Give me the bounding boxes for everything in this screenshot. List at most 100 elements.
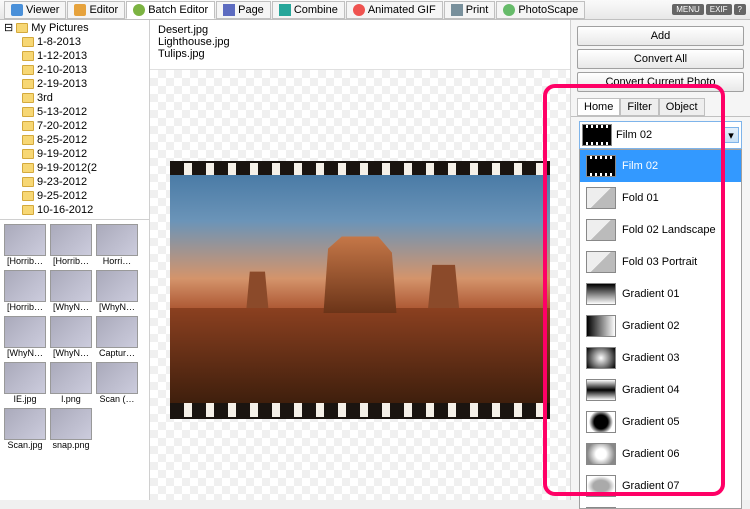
frame-option[interactable]: Gradient 08 xyxy=(580,502,741,509)
thumbnail[interactable]: Horri… xyxy=(96,224,138,266)
convert-all-button[interactable]: Convert All xyxy=(577,49,744,69)
folder-item[interactable]: 1-12-2013 xyxy=(0,49,149,63)
folder-item[interactable]: 5-13-2012 xyxy=(0,105,149,119)
file-item[interactable]: Tulips.jpg xyxy=(158,48,562,60)
thumb-label: [WhyN… xyxy=(50,348,92,358)
folder-item[interactable]: 8-25-2012 xyxy=(0,133,149,147)
convert-current-button[interactable]: Convert Current Photo xyxy=(577,72,744,92)
tab-object[interactable]: Object xyxy=(659,98,705,116)
tab-page[interactable]: Page xyxy=(216,1,271,19)
thumbnail[interactable]: [Horrib… xyxy=(4,224,46,266)
folder-item[interactable]: 10-16-2012 xyxy=(0,203,149,217)
thumbnail[interactable]: Scan.jpg xyxy=(4,408,46,450)
thumb-image xyxy=(4,316,46,348)
add-button[interactable]: Add xyxy=(577,26,744,46)
folder-label: 2-10-2013 xyxy=(37,64,87,76)
file-list[interactable]: Desert.jpgLighthouse.jpgTulips.jpg xyxy=(150,20,570,70)
tab-icon xyxy=(133,4,145,16)
folder-item[interactable]: 9-25-2012 xyxy=(0,189,149,203)
badge-menu[interactable]: MENU xyxy=(672,4,704,15)
folder-icon xyxy=(22,93,34,103)
tab-label: Viewer xyxy=(26,4,59,16)
folder-item[interactable]: 2-10-2013 xyxy=(0,63,149,77)
tab-filter[interactable]: Filter xyxy=(620,98,658,116)
dropdown-selected[interactable]: Film 02 ▾ xyxy=(579,121,742,149)
folder-label: 7-20-2012 xyxy=(37,120,87,132)
tab-animated-gif[interactable]: Animated GIF xyxy=(346,1,443,19)
folder-item[interactable]: 3rd xyxy=(0,91,149,105)
minus-icon[interactable]: ⊟ xyxy=(4,21,13,34)
folder-item[interactable]: 1-8-2013 xyxy=(0,35,149,49)
frame-option[interactable]: Gradient 04 xyxy=(580,374,741,406)
center-panel: Desert.jpgLighthouse.jpgTulips.jpg xyxy=(150,20,570,500)
dropdown-list[interactable]: Film 02Fold 01Fold 02 LandscapeFold 03 P… xyxy=(579,149,742,509)
thumbnail-grid[interactable]: [Horrib…[Horrib…Horri…[Horrib…[WhyN…[Why… xyxy=(0,220,149,500)
thumb-image xyxy=(50,362,92,394)
thumbnail[interactable]: Captur… xyxy=(96,316,138,358)
thumbnail[interactable]: Scan (… xyxy=(96,362,138,404)
frame-option[interactable]: Film 02 xyxy=(580,150,741,182)
frame-option[interactable]: Gradient 01 xyxy=(580,278,741,310)
frame-option[interactable]: Gradient 07 xyxy=(580,470,741,502)
swatch-icon xyxy=(586,283,616,305)
tab-print[interactable]: Print xyxy=(444,1,496,19)
tab-label: Page xyxy=(238,4,264,16)
frame-option[interactable]: Gradient 02 xyxy=(580,310,741,342)
folder-icon xyxy=(22,163,34,173)
thumbnail[interactable]: [Horrib… xyxy=(4,270,46,312)
thumbnail[interactable]: [WhyN… xyxy=(50,270,92,312)
tab-batch-editor[interactable]: Batch Editor xyxy=(126,1,215,19)
frame-option[interactable]: Fold 02 Landscape xyxy=(580,214,741,246)
thumb-image xyxy=(50,408,92,440)
folder-item[interactable]: 2-19-2013 xyxy=(0,77,149,91)
thumbnail[interactable]: IE.jpg xyxy=(4,362,46,404)
badge-exif[interactable]: EXIF xyxy=(706,4,732,15)
option-label: Gradient 02 xyxy=(622,320,679,332)
tab-combine[interactable]: Combine xyxy=(272,1,345,19)
swatch-icon xyxy=(586,187,616,209)
folder-item[interactable]: 7-20-2012 xyxy=(0,119,149,133)
folder-item[interactable]: 9-19-2012 xyxy=(0,147,149,161)
thumb-label: [Horrib… xyxy=(4,256,46,266)
folder-tree[interactable]: ⊟ My Pictures 1-8-20131-12-20132-10-2013… xyxy=(0,20,149,220)
tab-editor[interactable]: Editor xyxy=(67,1,125,19)
thumbnail[interactable]: [WhyN… xyxy=(4,316,46,358)
frame-option[interactable]: Gradient 03 xyxy=(580,342,741,374)
tab-icon xyxy=(503,4,515,16)
chevron-down-icon[interactable]: ▾ xyxy=(723,127,739,143)
tab-label: Combine xyxy=(294,4,338,16)
frame-option[interactable]: Gradient 05 xyxy=(580,406,741,438)
swatch-icon xyxy=(582,124,612,146)
thumb-image xyxy=(4,408,46,440)
frame-option[interactable]: Fold 03 Portrait xyxy=(580,246,741,278)
tab-label: Animated GIF xyxy=(368,4,436,16)
tab-photoscape[interactable]: PhotoScape xyxy=(496,1,585,19)
toolbar-badges: MENU EXIF ? xyxy=(672,4,746,15)
thumbnail[interactable]: l.png xyxy=(50,362,92,404)
thumbnail[interactable]: [WhyN… xyxy=(96,270,138,312)
badge-help[interactable]: ? xyxy=(734,4,746,15)
main-toolbar: Viewer EditorBatch Editor Page Combine Anima… xyxy=(0,0,750,20)
thumb-label: Horri… xyxy=(96,256,138,266)
file-item[interactable]: Lighthouse.jpg xyxy=(158,36,562,48)
swatch-icon xyxy=(586,443,616,465)
folder-icon xyxy=(22,191,34,201)
thumb-label: Captur… xyxy=(96,348,138,358)
frame-option[interactable]: Fold 01 xyxy=(580,182,741,214)
folder-item[interactable]: 9-23-2012 xyxy=(0,175,149,189)
thumbnail[interactable]: snap.png xyxy=(50,408,92,450)
frame-option[interactable]: Gradient 06 xyxy=(580,438,741,470)
tree-root[interactable]: ⊟ My Pictures xyxy=(0,20,149,35)
folder-icon xyxy=(22,65,34,75)
thumbnail[interactable]: [Horrib… xyxy=(50,224,92,266)
folder-icon xyxy=(16,23,28,33)
thumb-image xyxy=(50,316,92,348)
swatch-icon xyxy=(586,219,616,241)
frame-dropdown[interactable]: Film 02 ▾ Film 02Fold 01Fold 02 Landscap… xyxy=(579,121,742,509)
film-sprockets-bottom xyxy=(170,403,550,417)
tab-home[interactable]: Home xyxy=(577,98,620,116)
folder-item[interactable]: 9-19-2012(2 xyxy=(0,161,149,175)
tab-viewer[interactable]: Viewer xyxy=(4,1,66,19)
file-item[interactable]: Desert.jpg xyxy=(158,24,562,36)
thumbnail[interactable]: [WhyN… xyxy=(50,316,92,358)
